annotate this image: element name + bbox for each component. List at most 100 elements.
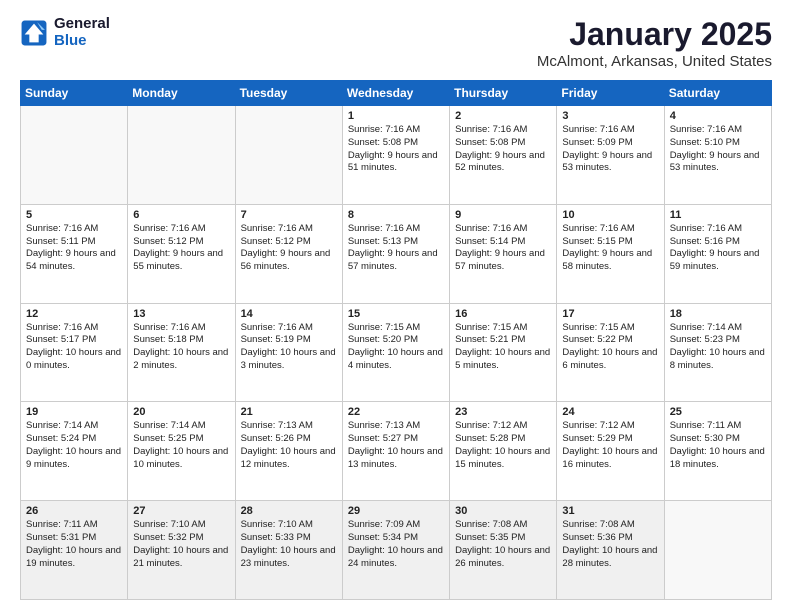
- logo-text: General Blue: [54, 16, 110, 49]
- day-info: Sunrise: 7:16 AM Sunset: 5:12 PM Dayligh…: [241, 223, 337, 274]
- day-info: Sunrise: 7:16 AM Sunset: 5:15 PM Dayligh…: [562, 223, 658, 274]
- day-number: 9: [455, 209, 551, 221]
- day-number: 5: [26, 209, 122, 221]
- calendar-cell: [235, 106, 342, 205]
- calendar-cell: 18 Sunrise: 7:14 AM Sunset: 5:23 PM Dayli…: [664, 303, 771, 402]
- day-info: Sunrise: 7:16 AM Sunset: 5:11 PM Dayligh…: [26, 223, 122, 274]
- calendar-cell: 3Sunrise: 7:16 AM Sunset: 5:09 PM Daylig…: [557, 106, 664, 205]
- day-number: 30: [455, 505, 551, 517]
- day-number: 1: [348, 110, 444, 122]
- day-number: 29: [348, 505, 444, 517]
- weekday-header-wednesday: Wednesday: [342, 81, 449, 106]
- day-info: Sunrise: 7:08 AM Sunset: 5:36 PM Dayligh…: [562, 519, 658, 570]
- weekday-header-monday: Monday: [128, 81, 235, 106]
- calendar-cell: 11 Sunrise: 7:16 AM Sunset: 5:16 PM Dayli…: [664, 204, 771, 303]
- logo: General Blue: [20, 16, 110, 49]
- day-number: 7: [241, 209, 337, 221]
- calendar-cell: [21, 106, 128, 205]
- calendar-cell: [128, 106, 235, 205]
- calendar-cell: 16 Sunrise: 7:15 AM Sunset: 5:21 PM Dayli…: [450, 303, 557, 402]
- logo-line1: General: [54, 16, 110, 33]
- day-info: Sunrise: 7:16 AM Sunset: 5:12 PM Dayligh…: [133, 223, 229, 274]
- title-block: January 2025 McAlmont, Arkansas, United …: [537, 16, 772, 70]
- calendar-subtitle: McAlmont, Arkansas, United States: [537, 53, 772, 70]
- calendar-cell: 4Sunrise: 7:16 AM Sunset: 5:10 PM Daylig…: [664, 106, 771, 205]
- day-info: Sunrise: 7:14 AM Sunset: 5:25 PM Dayligh…: [133, 420, 229, 471]
- page: General Blue January 2025 McAlmont, Arka…: [0, 0, 792, 612]
- week-row-1: 1 Sunrise: 7:16 AM Sunset: 5:08 PM Daylig…: [21, 106, 772, 205]
- calendar-cell: 31 Sunrise: 7:08 AM Sunset: 5:36 PM Dayli…: [557, 501, 664, 600]
- day-info: Sunrise: 7:16 AM Sunset: 5:14 PM Dayligh…: [455, 223, 551, 274]
- day-number: 16: [455, 308, 551, 320]
- day-number: 21: [241, 406, 337, 418]
- calendar-cell: 24 Sunrise: 7:12 AM Sunset: 5:29 PM Dayli…: [557, 402, 664, 501]
- calendar-cell: 1 Sunrise: 7:16 AM Sunset: 5:08 PM Daylig…: [342, 106, 449, 205]
- day-number: 31: [562, 505, 658, 517]
- day-info: Sunrise: 7:09 AM Sunset: 5:34 PM Dayligh…: [348, 519, 444, 570]
- calendar-cell: 28 Sunrise: 7:10 AM Sunset: 5:33 PM Dayli…: [235, 501, 342, 600]
- calendar-cell: 23Sunrise: 7:12 AM Sunset: 5:28 PM Dayli…: [450, 402, 557, 501]
- day-number: 11: [670, 209, 766, 221]
- day-info: Sunrise: 7:16 AM Sunset: 5:19 PM Dayligh…: [241, 322, 337, 373]
- weekday-header-saturday: Saturday: [664, 81, 771, 106]
- day-number: 15: [348, 308, 444, 320]
- day-info: Sunrise: 7:16 AM Sunset: 5:16 PM Dayligh…: [670, 223, 766, 274]
- day-number: 20: [133, 406, 229, 418]
- calendar-cell: [664, 501, 771, 600]
- day-number: 14: [241, 308, 337, 320]
- day-info: Sunrise: 7:11 AM Sunset: 5:30 PM Dayligh…: [670, 420, 766, 471]
- day-info: Sunrise: 7:12 AM Sunset: 5:28 PM Dayligh…: [455, 420, 551, 471]
- day-info: Sunrise: 7:10 AM Sunset: 5:33 PM Dayligh…: [241, 519, 337, 570]
- day-info: Sunrise: 7:13 AM Sunset: 5:26 PM Dayligh…: [241, 420, 337, 471]
- day-number: 17: [562, 308, 658, 320]
- day-info: Sunrise: 7:16 AM Sunset: 5:08 PM Dayligh…: [348, 124, 444, 175]
- calendar-cell: 17Sunrise: 7:15 AM Sunset: 5:22 PM Dayli…: [557, 303, 664, 402]
- calendar-cell: 26Sunrise: 7:11 AM Sunset: 5:31 PM Dayli…: [21, 501, 128, 600]
- day-info: Sunrise: 7:10 AM Sunset: 5:32 PM Dayligh…: [133, 519, 229, 570]
- day-info: Sunrise: 7:16 AM Sunset: 5:18 PM Dayligh…: [133, 322, 229, 373]
- header: General Blue January 2025 McAlmont, Arka…: [20, 16, 772, 70]
- week-row-3: 12Sunrise: 7:16 AM Sunset: 5:17 PM Dayli…: [21, 303, 772, 402]
- calendar-cell: 25 Sunrise: 7:11 AM Sunset: 5:30 PM Dayli…: [664, 402, 771, 501]
- weekday-header-friday: Friday: [557, 81, 664, 106]
- calendar-cell: 14 Sunrise: 7:16 AM Sunset: 5:19 PM Dayli…: [235, 303, 342, 402]
- calendar-cell: 5 Sunrise: 7:16 AM Sunset: 5:11 PM Daylig…: [21, 204, 128, 303]
- day-number: 8: [348, 209, 444, 221]
- day-number: 10: [562, 209, 658, 221]
- calendar-title: January 2025: [537, 16, 772, 53]
- day-info: Sunrise: 7:16 AM Sunset: 5:08 PM Dayligh…: [455, 124, 551, 175]
- day-info: Sunrise: 7:14 AM Sunset: 5:24 PM Dayligh…: [26, 420, 122, 471]
- weekday-header-thursday: Thursday: [450, 81, 557, 106]
- calendar-cell: 10 Sunrise: 7:16 AM Sunset: 5:15 PM Dayli…: [557, 204, 664, 303]
- day-info: Sunrise: 7:11 AM Sunset: 5:31 PM Dayligh…: [26, 519, 122, 570]
- logo-line2: Blue: [54, 33, 110, 50]
- week-row-2: 5 Sunrise: 7:16 AM Sunset: 5:11 PM Daylig…: [21, 204, 772, 303]
- calendar-cell: 7 Sunrise: 7:16 AM Sunset: 5:12 PM Daylig…: [235, 204, 342, 303]
- day-info: Sunrise: 7:15 AM Sunset: 5:20 PM Dayligh…: [348, 322, 444, 373]
- calendar-cell: 8Sunrise: 7:16 AM Sunset: 5:13 PM Daylig…: [342, 204, 449, 303]
- day-number: 28: [241, 505, 337, 517]
- day-number: 27: [133, 505, 229, 517]
- weekday-header-sunday: Sunday: [21, 81, 128, 106]
- day-number: 24: [562, 406, 658, 418]
- day-info: Sunrise: 7:16 AM Sunset: 5:09 PM Dayligh…: [562, 124, 658, 175]
- calendar-cell: 20 Sunrise: 7:14 AM Sunset: 5:25 PM Dayli…: [128, 402, 235, 501]
- calendar-cell: 15 Sunrise: 7:15 AM Sunset: 5:20 PM Dayli…: [342, 303, 449, 402]
- day-number: 6: [133, 209, 229, 221]
- calendar-cell: 2Sunrise: 7:16 AM Sunset: 5:08 PM Daylig…: [450, 106, 557, 205]
- day-info: Sunrise: 7:12 AM Sunset: 5:29 PM Dayligh…: [562, 420, 658, 471]
- calendar-cell: 22Sunrise: 7:13 AM Sunset: 5:27 PM Dayli…: [342, 402, 449, 501]
- day-info: Sunrise: 7:15 AM Sunset: 5:21 PM Dayligh…: [455, 322, 551, 373]
- calendar-cell: 13 Sunrise: 7:16 AM Sunset: 5:18 PM Dayli…: [128, 303, 235, 402]
- day-number: 22: [348, 406, 444, 418]
- day-info: Sunrise: 7:08 AM Sunset: 5:35 PM Dayligh…: [455, 519, 551, 570]
- calendar-cell: 6 Sunrise: 7:16 AM Sunset: 5:12 PM Daylig…: [128, 204, 235, 303]
- calendar-cell: 12Sunrise: 7:16 AM Sunset: 5:17 PM Dayli…: [21, 303, 128, 402]
- day-number: 25: [670, 406, 766, 418]
- calendar-cell: 9 Sunrise: 7:16 AM Sunset: 5:14 PM Daylig…: [450, 204, 557, 303]
- day-info: Sunrise: 7:16 AM Sunset: 5:10 PM Dayligh…: [670, 124, 766, 175]
- day-number: 18: [670, 308, 766, 320]
- day-info: Sunrise: 7:14 AM Sunset: 5:23 PM Dayligh…: [670, 322, 766, 373]
- day-number: 13: [133, 308, 229, 320]
- calendar-cell: 19Sunrise: 7:14 AM Sunset: 5:24 PM Dayli…: [21, 402, 128, 501]
